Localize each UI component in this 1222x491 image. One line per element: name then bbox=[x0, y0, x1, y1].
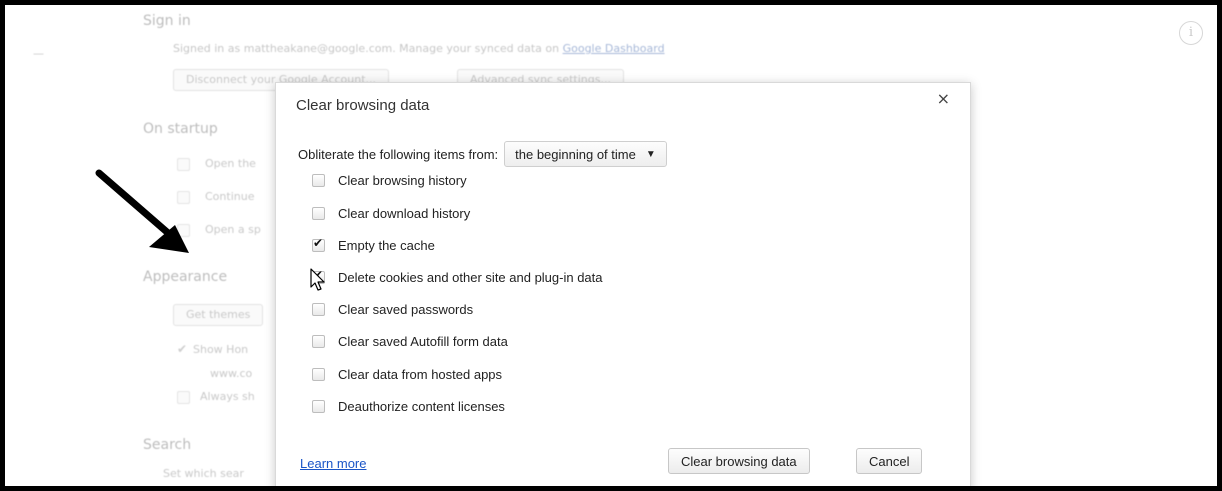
dialog-title: Clear browsing data bbox=[296, 97, 430, 114]
screenshot-frame: Sign in Signed in as mattheakane@google.… bbox=[0, 0, 1222, 491]
signed-in-text: Signed in as mattheakane@google.com. Man… bbox=[173, 42, 665, 55]
option-label: Clear saved passwords bbox=[338, 302, 474, 317]
option-checkbox[interactable] bbox=[312, 207, 325, 220]
appearance-heading: Appearance bbox=[143, 269, 228, 285]
clear-browsing-data-dialog: Clear browsing data × Obliterate the fol… bbox=[275, 82, 971, 486]
search-description: Set which sear bbox=[163, 467, 244, 480]
option-label: Clear browsing history bbox=[338, 173, 467, 188]
caret-down-icon: ▼ bbox=[645, 148, 656, 160]
get-themes-button[interactable]: Get themes bbox=[173, 304, 264, 326]
show-home-label: Show Hon bbox=[193, 343, 249, 356]
option-checkbox[interactable] bbox=[312, 335, 325, 348]
startup-option-3: Open a sp bbox=[205, 223, 261, 236]
mouse-cursor-icon bbox=[310, 268, 325, 291]
obliterate-label: Obliterate the following items from: bbox=[298, 146, 499, 162]
option-checkbox[interactable] bbox=[312, 400, 325, 413]
option-delete-cookies[interactable]: Delete cookies and other site and plug-i… bbox=[312, 268, 603, 285]
sign-in-heading: Sign in bbox=[143, 13, 191, 29]
option-deauthorize-licenses[interactable]: Deauthorize content licenses bbox=[312, 399, 505, 414]
info-icon[interactable]: i bbox=[1179, 21, 1203, 45]
clear-browsing-data-button[interactable]: Clear browsing data bbox=[668, 448, 810, 474]
on-startup-heading: On startup bbox=[143, 121, 218, 137]
option-checkbox[interactable] bbox=[312, 368, 325, 381]
option-label: Clear data from hosted apps bbox=[338, 367, 503, 382]
show-home-check-icon: ✔ bbox=[177, 342, 188, 356]
startup-option-2: Continue bbox=[205, 190, 255, 203]
option-clear-download-history[interactable]: Clear download history bbox=[312, 206, 470, 221]
option-checkbox[interactable] bbox=[312, 303, 325, 316]
option-checkbox[interactable] bbox=[312, 236, 325, 252]
annotation-arrow-icon bbox=[95, 169, 189, 253]
search-heading: Search bbox=[143, 437, 192, 453]
signed-in-label: Signed in as mattheakane@google.com. Man… bbox=[173, 42, 560, 55]
always-show-checkbox[interactable] bbox=[177, 391, 190, 404]
learn-more-link[interactable]: Learn more bbox=[300, 456, 366, 471]
option-clear-browsing-history[interactable]: Clear browsing history bbox=[312, 173, 467, 188]
google-dashboard-link[interactable]: Google Dashboard bbox=[563, 42, 665, 55]
startup-option-1: Open the bbox=[205, 157, 256, 170]
sidebar-fragment-1: — bbox=[33, 47, 44, 60]
option-clear-saved-passwords[interactable]: Clear saved passwords bbox=[312, 302, 473, 317]
option-clear-hosted-apps[interactable]: Clear data from hosted apps bbox=[312, 367, 502, 382]
option-label: Delete cookies and other site and plug-i… bbox=[338, 270, 603, 285]
obliterate-row: Obliterate the following items from: the… bbox=[298, 141, 667, 167]
option-label: Clear download history bbox=[338, 206, 471, 221]
close-icon[interactable]: × bbox=[937, 89, 950, 108]
cancel-button[interactable]: Cancel bbox=[856, 448, 923, 474]
time-range-select[interactable]: the beginning of time ▼ bbox=[504, 141, 667, 167]
option-label: Clear saved Autofill form data bbox=[338, 334, 508, 349]
time-range-value: the beginning of time bbox=[515, 146, 636, 162]
option-label: Deauthorize content licenses bbox=[338, 399, 505, 414]
option-checkbox[interactable] bbox=[312, 174, 325, 187]
option-clear-autofill[interactable]: Clear saved Autofill form data bbox=[312, 334, 508, 349]
home-url-label: www.co bbox=[210, 367, 253, 380]
option-label: Empty the cache bbox=[338, 238, 435, 253]
option-empty-cache[interactable]: Empty the cache bbox=[312, 236, 435, 253]
always-show-label: Always sh bbox=[200, 390, 255, 403]
